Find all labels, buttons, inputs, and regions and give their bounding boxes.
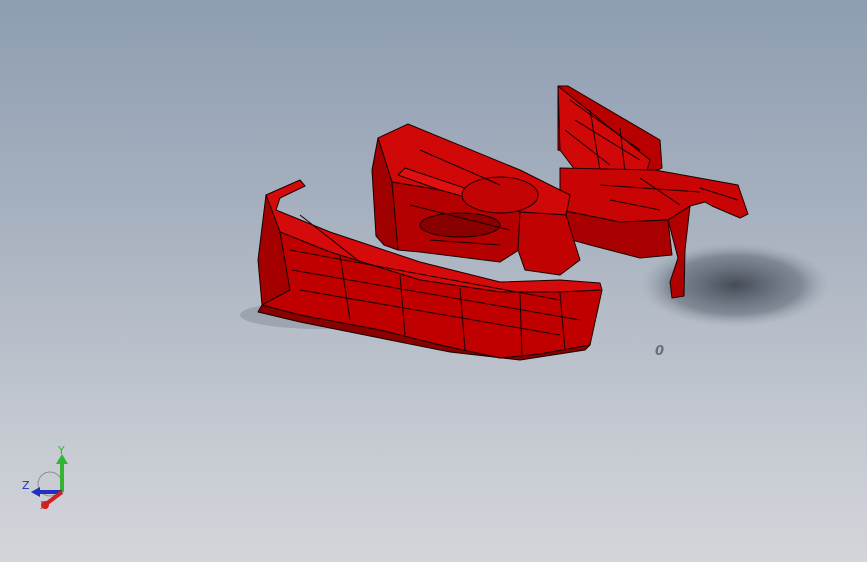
z-axis-arrowhead xyxy=(31,487,40,497)
axis-z-label: Z xyxy=(22,479,30,492)
graphics-viewport[interactable]: 0 Y Z X xyxy=(0,0,867,562)
model-3d-view[interactable] xyxy=(0,0,867,562)
dimension-label[interactable]: 0 xyxy=(655,344,664,359)
axis-x-label: X xyxy=(40,499,48,512)
center-body-part[interactable] xyxy=(371,123,581,276)
rear-fin-part[interactable] xyxy=(557,85,663,179)
axis-y-label: Y xyxy=(58,444,65,457)
